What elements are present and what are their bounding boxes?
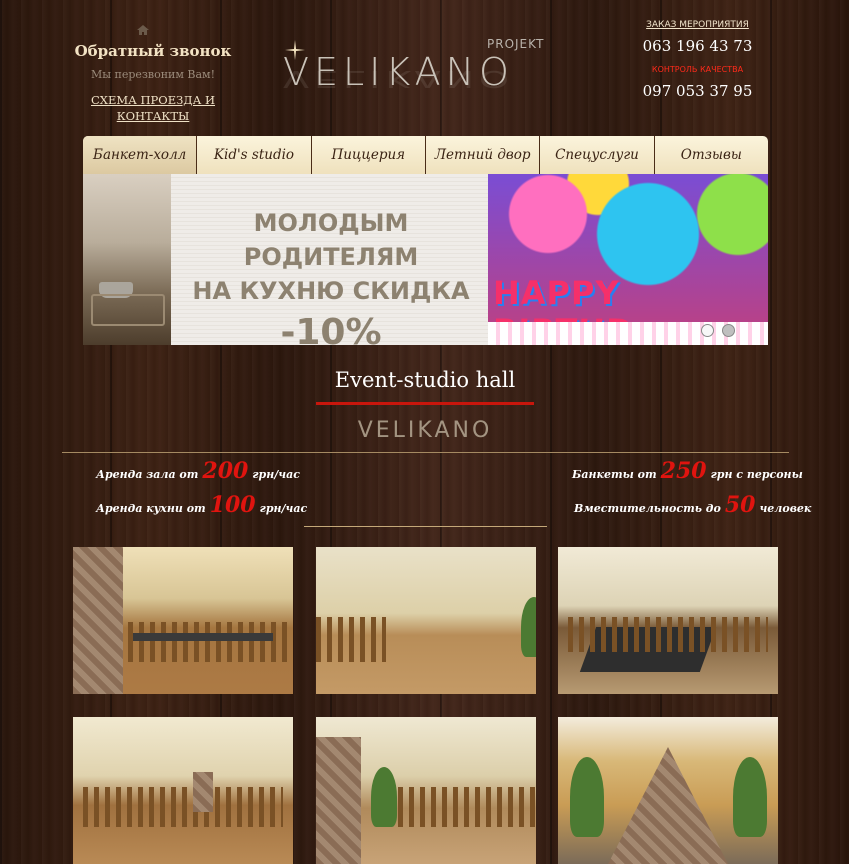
slider-dots	[701, 324, 735, 337]
banner-discount: -10%	[280, 312, 382, 345]
info-prefix: Вместительность до	[574, 502, 721, 515]
gallery-photo-1[interactable]	[73, 547, 293, 694]
info-number: 200	[202, 458, 249, 484]
info-number: 100	[209, 492, 256, 518]
banner-line-1: МОЛОДЫМ РОДИТЕЛЯМ	[243, 209, 419, 271]
nav-item-banquet-hall[interactable]: Банкет-холл	[83, 136, 197, 174]
main-nav: Банкет-холл Kid's studio Пиццерия Летний…	[83, 136, 768, 174]
info-capacity: Вместительность до 50 человек	[574, 492, 811, 518]
page-title: Event-studio hall	[334, 368, 516, 392]
logo-reflection: VELIKANO	[283, 65, 514, 92]
nav-item-special-services[interactable]: Спецуслуги	[539, 136, 653, 174]
info-number: 50	[724, 492, 756, 518]
callback-title[interactable]: Обратный звонок	[70, 42, 236, 60]
map-contacts-link[interactable]: СХЕМА ПРОЕЗДА И КОНТАКТЫ	[82, 92, 224, 124]
quality-phone: 097 053 37 95	[642, 82, 753, 100]
divider	[62, 452, 789, 453]
slider-dot-2[interactable]	[722, 324, 735, 337]
nav-item-pizzeria[interactable]: Пиццерия	[310, 136, 425, 174]
promo-banner[interactable]: МОЛОДЫМ РОДИТЕЛЯМ НА КУХНЮ СКИДКА -10% H…	[83, 174, 768, 345]
info-suffix: грн/час	[259, 502, 308, 515]
slider-dot-1[interactable]	[701, 324, 714, 337]
info-suffix: грн/час	[252, 468, 300, 481]
info-prefix: Аренда зала от	[96, 468, 199, 481]
banner-kitchen-image	[83, 174, 171, 345]
nav-item-reviews[interactable]: Отзывы	[653, 136, 768, 174]
callback-subtitle: Мы перезвоним Вам!	[90, 68, 216, 81]
banner-text: МОЛОДЫМ РОДИТЕЛЯМ НА КУХНЮ СКИДКА -10%	[181, 206, 481, 345]
sub-logo: VELIKANO	[357, 418, 493, 443]
info-suffix: человек	[759, 502, 812, 515]
info-prefix: Банкеты от	[572, 468, 657, 481]
logo-projekt: PROJEKT	[487, 37, 545, 51]
gallery-photo-4[interactable]	[73, 717, 293, 864]
info-suffix: грн с персоны	[710, 468, 803, 481]
gallery-photo-6[interactable]	[558, 717, 778, 864]
info-prefix: Аренда кухни от	[96, 502, 206, 515]
banner-line-2: НА КУХНЮ СКИДКА	[192, 277, 470, 305]
info-banquets: Банкеты от 250 грн с персоны	[572, 458, 803, 484]
info-hall-rent: Аренда зала от 200 грн/час	[96, 458, 300, 484]
nav-item-summer-yard[interactable]: Летний двор	[424, 136, 539, 174]
info-number: 250	[660, 458, 707, 484]
quality-control-label: КОНТРОЛЬ КАЧЕСТВА	[651, 65, 744, 74]
nav-item-kids-studio[interactable]: Kid's studio	[196, 136, 310, 174]
divider	[304, 526, 547, 527]
order-phone: 063 196 43 73	[642, 37, 753, 55]
order-event-label[interactable]: ЗАКАЗ МЕРОПРИЯТИЯ	[625, 20, 770, 30]
home-icon[interactable]	[137, 25, 149, 35]
gallery-photo-2[interactable]	[316, 547, 536, 694]
gallery-photo-5[interactable]	[316, 717, 536, 864]
title-underline	[316, 402, 534, 405]
gallery-photo-3[interactable]	[558, 547, 778, 694]
info-kitchen-rent: Аренда кухни от 100 грн/час	[96, 492, 307, 518]
